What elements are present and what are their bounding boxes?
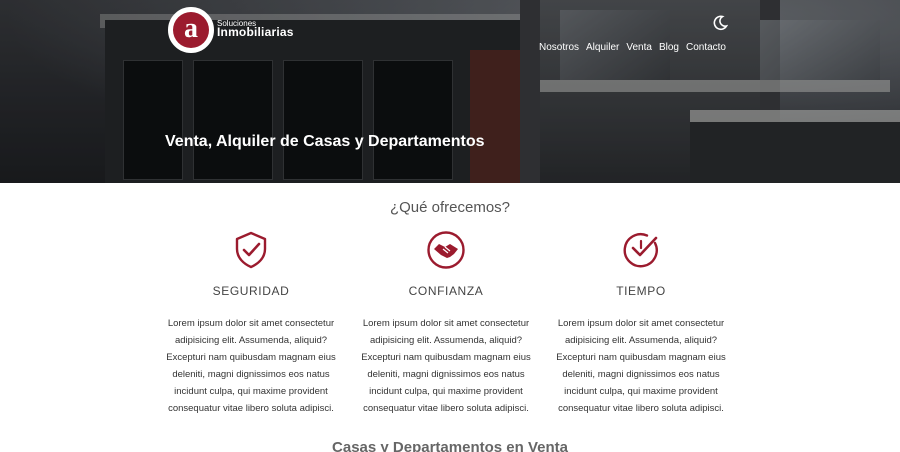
nav-link-blog[interactable]: Blog <box>659 42 679 53</box>
nav-link-alquiler[interactable]: Alquiler <box>586 42 619 53</box>
hero-overlay <box>0 0 900 183</box>
feature-seguridad: SEGURIDAD Lorem ipsum dolor sit amet con… <box>166 230 336 417</box>
logo-letter: a <box>173 12 209 48</box>
feature-tiempo: TIEMPO Lorem ipsum dolor sit amet consec… <box>556 230 726 417</box>
feature-text: Lorem ipsum dolor sit amet consectetur a… <box>556 318 726 414</box>
feature-text: Lorem ipsum dolor sit amet consectetur a… <box>361 318 531 414</box>
sale-section-title: Casas y Departamentos en Venta <box>332 439 568 452</box>
nav-link-venta[interactable]: Venta <box>626 42 652 53</box>
nav-link-contacto[interactable]: Contacto <box>686 42 726 53</box>
clock-check-icon <box>623 233 658 268</box>
handshake-icon <box>427 231 465 269</box>
feature-confianza: CONFIANZA Lorem ipsum dolor sit amet con… <box>361 230 531 417</box>
feature-text: Lorem ipsum dolor sit amet consectetur a… <box>166 318 336 414</box>
feature-title: SEGURIDAD <box>212 284 290 298</box>
site-logo[interactable]: a <box>168 7 214 53</box>
feature-title: TIEMPO <box>616 284 666 298</box>
moon-icon[interactable] <box>712 15 728 31</box>
shield-check-icon <box>235 231 267 269</box>
main-nav: Nosotros Alquiler Venta Blog Contacto <box>539 42 726 53</box>
hero-title: Venta, Alquiler de Casas y Departamentos <box>165 133 485 150</box>
hero-banner: a Soluciones Inmobiliarias Nosotros Alqu… <box>0 0 900 183</box>
offers-title: ¿Qué ofrecemos? <box>389 199 511 216</box>
nav-link-nosotros[interactable]: Nosotros <box>539 42 579 53</box>
brand-name[interactable]: Inmobiliarias <box>217 25 294 39</box>
feature-title: CONFIANZA <box>408 284 484 298</box>
